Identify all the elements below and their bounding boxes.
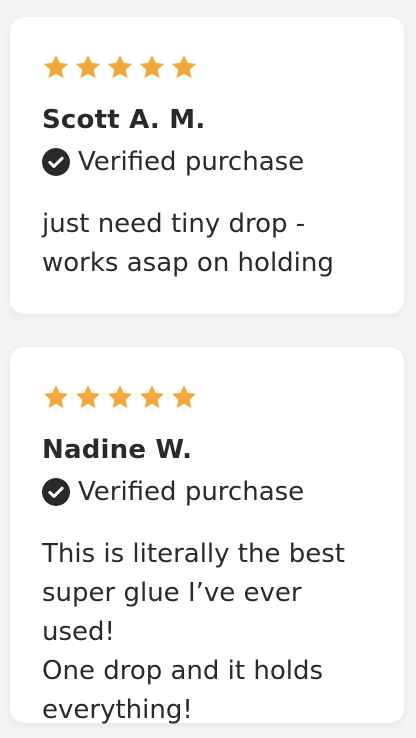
star-icon [138, 53, 170, 81]
reviewer-name: Nadine W. [42, 435, 193, 465]
star-icon [74, 383, 106, 411]
reviewer-name: Scott A. M. [42, 105, 206, 135]
check-circle-icon [42, 148, 70, 176]
star-icon [170, 383, 202, 411]
verified-label: Verified purchase [78, 147, 305, 177]
review-card: Scott A. M. Verified purchase just need … [10, 17, 404, 314]
verified-badge: Verified purchase [42, 477, 304, 507]
check-circle-icon [42, 478, 70, 506]
review-text: This is literally the best super glue I’… [42, 539, 345, 725]
star-icon [170, 53, 202, 81]
review-text: just need tiny drop - works asap on hold… [42, 209, 334, 278]
star-rating [42, 53, 202, 81]
star-icon [106, 53, 138, 81]
star-icon [74, 53, 106, 81]
verified-label: Verified purchase [78, 477, 305, 507]
verified-badge: Verified purchase [42, 147, 304, 177]
review-card: Nadine W. Verified purchase This is lite… [10, 347, 404, 725]
star-icon [106, 383, 138, 411]
star-rating [42, 383, 202, 411]
star-icon [42, 53, 74, 81]
star-icon [42, 383, 74, 411]
star-icon [138, 383, 170, 411]
reviews-list: Scott A. M. Verified purchase just need … [0, 0, 416, 738]
